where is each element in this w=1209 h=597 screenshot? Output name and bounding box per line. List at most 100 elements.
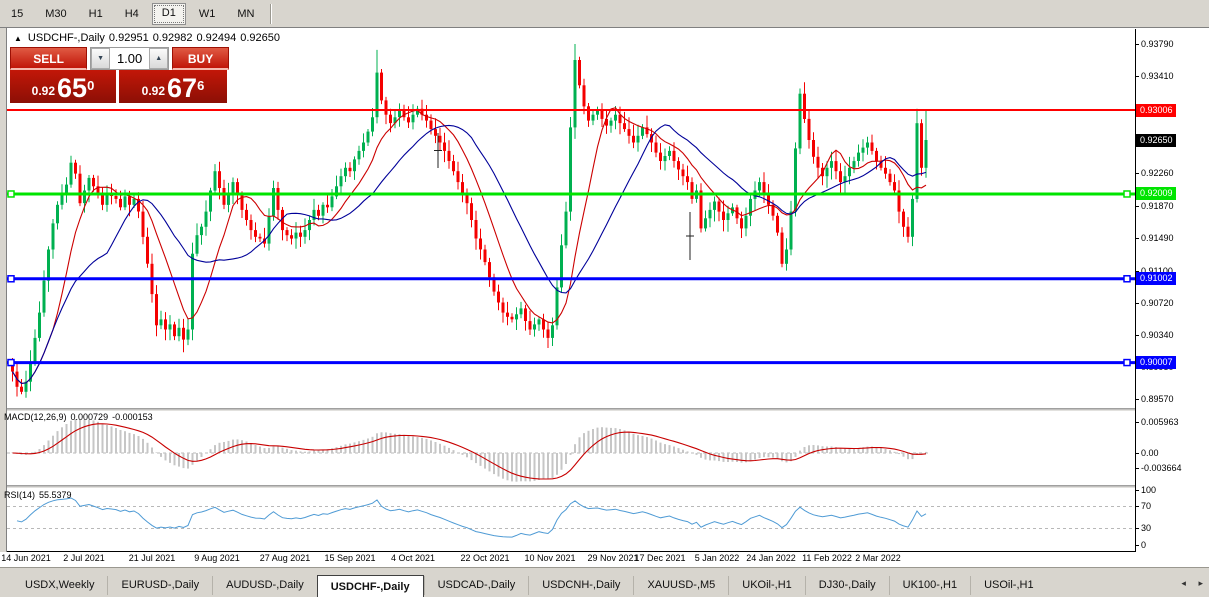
window-left-border [0,28,7,566]
timeframe-button-H1[interactable]: H1 [80,4,112,24]
line-handle[interactable] [7,358,15,367]
date-label: 2 Mar 2022 [855,553,901,563]
tab-scroll-right-icon[interactable]: ▸ [1198,578,1203,588]
line-handle[interactable] [1123,190,1131,198]
date-label: 22 Oct 2021 [460,553,510,563]
chart-tab-bar: USDX,Weekly EURUSD-,Daily AUDUSD-,Daily USD… [0,566,1209,597]
chart-tab-audusd-daily[interactable]: AUDUSD-,Daily [212,576,317,595]
buy-price-display[interactable]: 0.92 67 6 [119,70,227,103]
volume-increase-button[interactable]: ▲ [149,48,169,69]
buy-price-sup: 6 [197,78,205,93]
window-top-border [0,27,1209,28]
macd-label: MACD(12,26,9) 0.000729 -0.000153 [4,412,157,422]
date-label: 17 Dec 2021 [634,553,686,563]
trading-app: 15 M30 H1 H4 D1 W1 MN ▲ USDCHF-,Daily 0.92951 0.9… [0,0,1209,597]
price-tick-0.93790: 0.93790 [1135,39,1174,49]
tab-scroll-left-icon[interactable]: ◂ [1181,578,1186,588]
date-label: 14 Jun 2021 [1,553,51,563]
rsi-scale-0: 0 [1134,540,1147,550]
volume-spinner: ▼ 1.00 ▲ [90,47,170,70]
chart-tab-usdx-weekly[interactable]: USDX,Weekly [12,576,107,595]
date-label: 4 Oct 2021 [390,553,436,563]
line-handle[interactable] [7,275,15,283]
date-label: 2 Jul 2021 [63,553,105,563]
price-axis: 0.93790 0.93410 0.92260 0.91870 0.91490 0.911… [1134,29,1209,552]
ohlc-high: 0.92982 [152,32,193,44]
date-label: 27 Aug 2021 [259,553,311,563]
line-handle[interactable] [7,190,15,198]
rsi-name: RSI(14) [4,490,36,500]
date-label: 10 Nov 2021 [524,553,576,563]
macd-scale-zero: 0.00 [1135,448,1159,458]
rsi-value: 55.5379 [39,490,72,500]
ohlc-open: 0.92951 [108,32,149,44]
macd-scale-min: -0.003664 [1135,463,1182,473]
macd-pane[interactable] [7,411,1135,486]
price-tick-0.91490: 0.91490 [1135,232,1174,243]
moving-average-fast [12,107,927,384]
price-tick-0.91870: 0.91870 [1135,200,1174,211]
chart-tab-xauusd-m5[interactable]: XAUUSD-,M5 [633,576,728,595]
sell-price-display[interactable]: 0.92 65 0 [10,70,116,103]
price-marker-0.92009[interactable]: 0.92009 [1136,187,1176,201]
rsi-scale-30: 30 [1134,523,1152,533]
volume-value[interactable]: 1.00 [110,48,149,69]
rsi-line [16,497,927,538]
chart-tab-eurusd-daily[interactable]: EURUSD-,Daily [107,576,212,595]
date-label: 24 Jan 2022 [746,553,796,563]
date-label: 9 Aug 2021 [194,553,240,563]
timeframe-button-15[interactable]: 15 [2,4,32,24]
sell-button[interactable]: SELL [10,47,88,70]
chart-tab-uk100-h1[interactable]: UK100-,H1 [888,576,970,595]
price-tick-0.92260: 0.92260 [1135,167,1174,178]
chart-tab-ukoil-h1[interactable]: UKOil-,H1 [728,576,805,595]
volume-decrease-button[interactable]: ▼ [91,48,111,69]
chart-tab-dj30-daily[interactable]: DJ30-,Daily [804,576,889,595]
time-axis: 14 Jun 2021 2 Jul 2021 21 Jul 2021 9 Aug 20… [0,552,1209,566]
price-tick-0.90720: 0.90720 [1135,297,1174,308]
price-tick-0.93410: 0.93410 [1135,71,1174,81]
sell-price-big: 65 [57,73,88,103]
toolbar-separator [270,3,273,24]
chart-tab-usdcnh-daily[interactable]: USDCNH-,Daily [528,576,633,595]
date-label: 11 Feb 2022 [802,553,852,563]
line-handle[interactable] [1123,358,1131,367]
ohlc-close: 0.92650 [240,32,280,44]
ohlc-low: 0.92494 [196,32,237,44]
chart-symbol: USDCHF-,Daily [27,32,105,44]
timeframe-button-D1[interactable]: D1 [151,2,186,25]
rsi-pane[interactable] [7,488,1135,551]
chart-title: ▲ USDCHF-,Daily 0.92951 0.92982 0.92494 0.926… [14,32,284,44]
price-marker-0.93006[interactable]: 0.93006 [1136,103,1176,117]
buy-price-big: 67 [167,73,198,103]
timeframe-button-MN[interactable]: MN [228,4,263,24]
buy-price-base: 0.92 [141,84,166,98]
rsi-scale-70: 70 [1134,501,1152,511]
sell-price-base: 0.92 [31,84,56,98]
date-label: 5 Jan 2022 [694,553,740,563]
macd-value-main: 0.000729 [70,412,109,422]
macd-signal-line [12,423,927,480]
bid-price-marker: 0.92650 [1136,133,1176,147]
price-marker-0.91002[interactable]: 0.91002 [1136,272,1176,286]
chart-tab-usdcad-daily[interactable]: USDCAD-,Daily [423,576,529,595]
rsi-scale-100: 100 [1134,485,1157,495]
price-tick-0.90340: 0.90340 [1135,329,1174,340]
buy-button[interactable]: BUY [172,47,229,70]
timeframe-button-W1[interactable]: W1 [190,4,225,24]
chart-tab-usoil-h1[interactable]: USOil-,H1 [970,576,1047,595]
rsi-label: RSI(14) 55.5379 [4,490,76,500]
price-tick-0.89570: 0.89570 [1135,394,1174,405]
one-click-trade-panel: SELL ▼ 1.00 ▲ BUY 0.92 65 0 0.92 67 6 [10,47,229,105]
macd-value-signal: -0.000153 [112,412,153,422]
macd-scale-max: 0.005963 [1135,417,1179,427]
chart-tab-usdchf-daily[interactable]: USDCHF-,Daily [316,575,424,597]
price-marker-0.90007[interactable]: 0.90007 [1136,356,1176,370]
line-handle[interactable] [1123,275,1131,283]
timeframe-toolbar: 15 M30 H1 H4 D1 W1 MN [0,0,1209,28]
tab-scroll-arrows: ◂ ▸ [1171,578,1203,589]
date-label: 21 Jul 2021 [128,553,176,563]
collapse-panel-icon[interactable]: ▲ [14,34,22,43]
timeframe-button-M30[interactable]: M30 [36,4,75,24]
timeframe-button-H4[interactable]: H4 [116,4,148,24]
